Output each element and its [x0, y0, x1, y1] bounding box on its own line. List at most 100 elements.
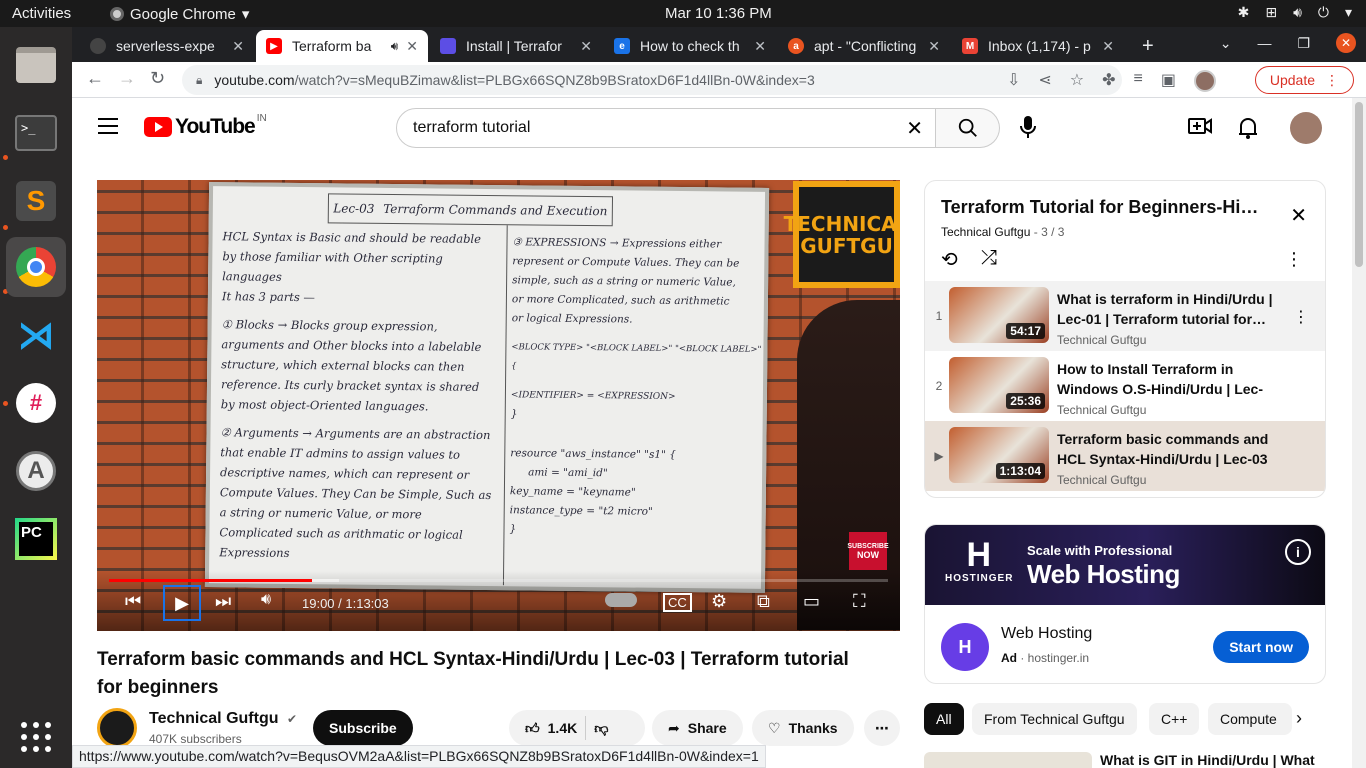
close-icon[interactable]: ✕ — [580, 38, 592, 55]
account-avatar[interactable] — [1290, 112, 1322, 144]
close-window-button[interactable]: ✕ — [1336, 33, 1356, 53]
playlist-item-current[interactable]: ▶ 1:13:04 Terraform basic commands and H… — [925, 421, 1325, 491]
pycharm-app-icon[interactable]: PC — [6, 509, 66, 569]
bookmark-star-icon[interactable]: ☆ — [1070, 70, 1084, 92]
close-icon[interactable]: ✕ — [1102, 38, 1114, 55]
notifications-button[interactable] — [1238, 116, 1258, 145]
software-app-icon[interactable]: A — [6, 441, 66, 501]
recommendation-title[interactable]: What is GIT in Hindi/Urdu | What — [1100, 752, 1315, 768]
shuffle-icon[interactable]: ⤮ — [981, 247, 997, 270]
chevron-right-icon[interactable]: › — [1296, 708, 1302, 729]
forward-button[interactable]: → — [118, 68, 136, 89]
update-button[interactable]: Update ⋮ — [1254, 66, 1354, 94]
video-player[interactable]: Lec-03 Terraform Commands and Execution … — [97, 180, 900, 631]
share-icon[interactable]: ⋖ — [1038, 70, 1051, 92]
media-controls-icon[interactable]: ≡ — [1134, 70, 1143, 92]
create-button[interactable] — [1188, 116, 1212, 141]
previous-button[interactable]: ⏮ — [125, 591, 141, 612]
new-tab-button[interactable]: + — [1132, 30, 1162, 62]
profile-avatar[interactable] — [1194, 70, 1216, 92]
files-app-icon[interactable] — [6, 35, 66, 95]
install-app-icon[interactable]: ⇩ — [1007, 70, 1020, 92]
maximize-button[interactable]: ❐ — [1297, 35, 1310, 52]
advertiser-logo[interactable]: H — [941, 623, 989, 671]
system-tray[interactable]: ✱ ⊞ 🔊︎ ⏻ ▾ — [1238, 4, 1352, 21]
channel-avatar[interactable] — [97, 708, 137, 748]
captions-button[interactable]: CC — [663, 593, 692, 612]
autoplay-toggle[interactable] — [605, 593, 637, 607]
next-button[interactable]: ⏭ — [215, 591, 231, 612]
ad-banner[interactable]: H HOSTINGER Scale with Professional Web … — [925, 525, 1325, 605]
like-button[interactable]: 👍︎ 1.4K — [525, 720, 577, 737]
loop-icon[interactable]: ⟲ — [941, 247, 958, 272]
ad-title[interactable]: Web Hosting — [1001, 625, 1092, 643]
scrollbar-thumb[interactable] — [1355, 102, 1363, 267]
dislike-button[interactable]: 👎︎ — [594, 720, 608, 737]
show-applications-icon[interactable] — [6, 707, 66, 767]
clock[interactable]: Mar 10 1:36 PM — [665, 5, 772, 22]
page-scrollbar[interactable] — [1352, 98, 1366, 768]
tab-gmail-inbox[interactable]: M Inbox (1,174) - p ✕ — [952, 30, 1124, 62]
ad-card[interactable]: H HOSTINGER Scale with Professional Web … — [924, 524, 1326, 684]
menu-icon[interactable] — [98, 118, 118, 139]
voice-search-button[interactable] — [1018, 114, 1038, 145]
clear-search-icon[interactable]: ✕ — [906, 116, 923, 141]
vscode-app-icon[interactable]: ⋊ — [6, 305, 66, 365]
terminal-app-icon[interactable]: >_ — [6, 103, 66, 163]
board-line: key_name = "keyname" — [509, 485, 636, 499]
tab-serverless[interactable]: serverless-expe ✕ — [80, 30, 254, 62]
close-icon[interactable]: ✕ — [928, 38, 940, 55]
slack-app-icon[interactable]: # — [6, 373, 66, 433]
chip-all[interactable]: All — [924, 703, 964, 735]
close-icon[interactable]: ✕ — [754, 38, 766, 55]
chrome-app-icon[interactable] — [6, 237, 66, 297]
tab-install-terraform[interactable]: Install | Terrafor ✕ — [430, 30, 602, 62]
minimize-button[interactable]: — — [1257, 35, 1271, 51]
settings-gear-icon[interactable]: ⚙ — [711, 591, 727, 612]
chip-cpp[interactable]: C++ — [1149, 703, 1200, 735]
search-input[interactable]: terraform tutorial ✕ — [396, 108, 936, 148]
chip-from-channel[interactable]: From Technical Guftgu — [972, 703, 1137, 735]
subscribe-button[interactable]: Subscribe — [313, 710, 413, 746]
reload-button[interactable]: ↻ — [150, 68, 165, 89]
close-icon[interactable]: ✕ — [232, 38, 244, 55]
theater-mode-button[interactable]: ▭ — [803, 591, 820, 612]
item-menu-icon[interactable]: ⋮ — [1293, 307, 1309, 327]
miniplayer-button[interactable]: ⧉ — [757, 591, 770, 612]
tab-apt-conflicting[interactable]: a apt - "Conflicting ✕ — [778, 30, 950, 62]
app-menu[interactable]: Google Chrome ▾ — [110, 5, 249, 23]
tab-search-icon[interactable]: ⌄ — [1220, 35, 1232, 52]
chip-compute[interactable]: Compute — [1208, 703, 1292, 735]
extensions-icon[interactable]: ✤ — [1102, 70, 1115, 92]
search-button[interactable] — [936, 108, 1000, 148]
playlist-item[interactable]: 1 54:17 What is terraform in Hindi/Urdu … — [925, 281, 1325, 351]
speaker-icon[interactable]: 🔊︎ — [391, 39, 399, 54]
close-playlist-icon[interactable]: ✕ — [1290, 203, 1307, 228]
youtube-logo[interactable]: YouTube IN — [144, 113, 267, 139]
close-icon[interactable]: ✕ — [406, 38, 418, 55]
mute-button[interactable]: 🔊︎ — [261, 591, 271, 609]
thanks-button[interactable]: ♡ Thanks — [752, 710, 854, 746]
playlist-menu-icon[interactable]: ⋮ — [1285, 249, 1303, 270]
play-button[interactable]: ▶ — [163, 585, 201, 621]
playlist-title[interactable]: Terraform Tutorial for Beginners-Hi… — [941, 197, 1271, 218]
share-button[interactable]: ➦ Share — [652, 710, 743, 746]
side-panel-icon[interactable]: ▣ — [1161, 70, 1176, 92]
lock-icon[interactable]: 🔒︎ — [196, 73, 202, 88]
more-actions-button[interactable]: ⋯ — [864, 710, 900, 746]
recommendation-thumbnail[interactable] — [924, 752, 1092, 768]
channel-name[interactable]: Technical Guftgu ✔ — [149, 710, 297, 728]
playlist-channel[interactable]: Technical Guftgu — [941, 225, 1030, 239]
tab-how-to-check[interactable]: e How to check th ✕ — [604, 30, 776, 62]
playlist-item[interactable]: 2 25:36 How to Install Terraform in Wind… — [925, 351, 1325, 421]
progress-bar[interactable] — [109, 579, 888, 582]
back-button[interactable]: ← — [86, 68, 104, 89]
activities-button[interactable]: Activities — [12, 5, 71, 22]
start-now-button[interactable]: Start now — [1213, 631, 1309, 663]
sublime-text-app-icon[interactable]: S — [6, 171, 66, 231]
ad-info-icon[interactable]: i — [1285, 539, 1311, 565]
subscribe-now-badge[interactable]: SUBSCRIBE NOW — [847, 532, 889, 570]
address-bar[interactable]: 🔒︎ youtube.com/watch?v=sMequBZimaw&list=… — [182, 65, 1122, 95]
tab-terraform-video[interactable]: ▶ Terraform ba 🔊︎ ✕ — [256, 30, 428, 62]
fullscreen-button[interactable]: ⛶ — [853, 591, 866, 612]
